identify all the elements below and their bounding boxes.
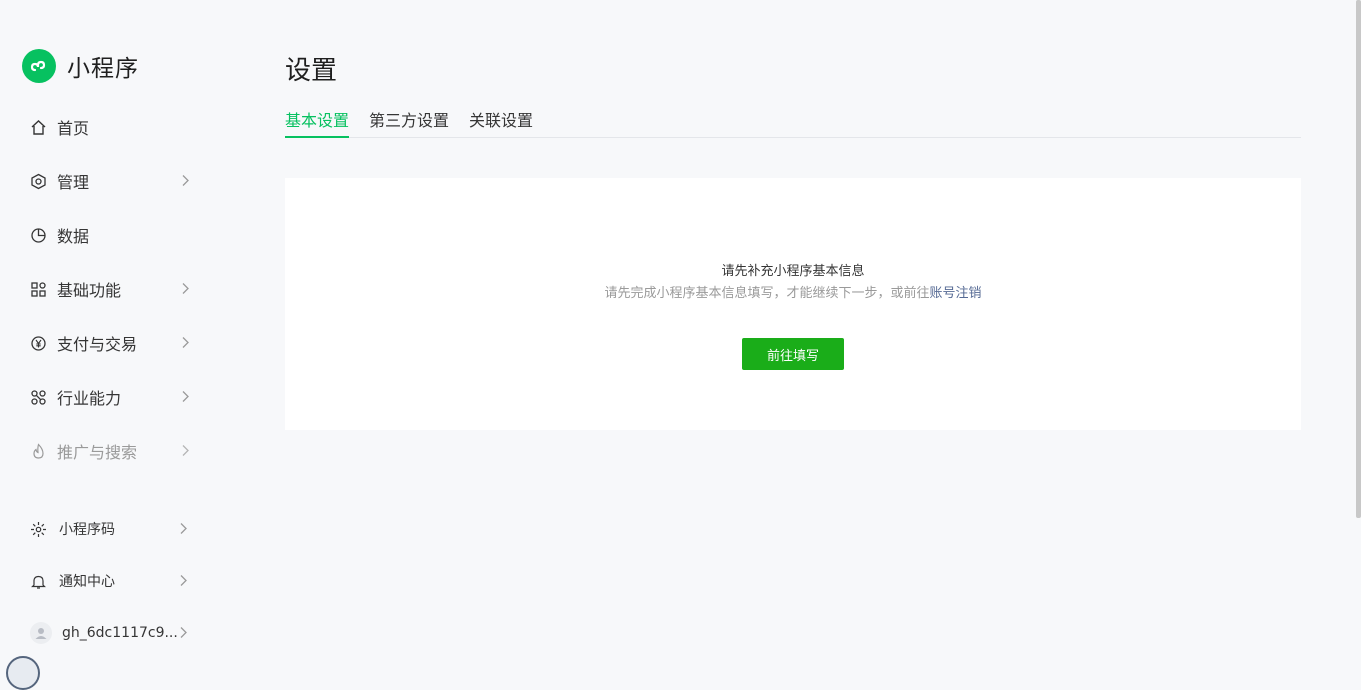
sidebar-item-label: 推广与搜索 (57, 443, 138, 462)
sidebar-util-label: 小程序码 (59, 522, 115, 538)
sidebar-item-promotion[interactable]: 推广与搜索 (30, 436, 196, 466)
sidebar-util-label: 通知中心 (59, 574, 115, 590)
sidebar-util-notifications[interactable]: 通知中心 (30, 567, 192, 595)
chevron-right-icon (182, 283, 189, 294)
hexagon-settings-icon (30, 173, 47, 190)
chevron-right-icon (180, 627, 187, 638)
tab-linked-settings[interactable]: 关联设置 (469, 108, 533, 138)
sidebar-item-label: 基础功能 (57, 281, 122, 300)
account-id: gh_6dc1117c9... (62, 625, 178, 641)
user-avatar-icon (30, 622, 52, 644)
sidebar-item-label: 行业能力 (57, 389, 122, 408)
bell-icon (30, 573, 47, 590)
notice-card: 请先补充小程序基本信息 请先完成小程序基本信息填写，才能继续下一步，或前往账号注… (285, 178, 1301, 430)
pie-chart-icon (30, 227, 47, 244)
page-scrollbar[interactable] (1356, 0, 1361, 518)
page-title: 设置 (285, 56, 338, 86)
sidebar-item-label: 支付与交易 (57, 335, 138, 354)
chevron-right-icon (182, 175, 189, 186)
nodes-icon (30, 389, 47, 406)
floating-avatar[interactable] (6, 656, 40, 690)
miniprogram-logo-icon (22, 49, 56, 83)
go-fill-button[interactable]: 前往填写 (742, 338, 844, 370)
sidebar: 小程序 首页 管理 数据 基础功能 支付与交易 行业能力 推广与搜索 小程序码 … (0, 0, 240, 667)
notice-title: 请先补充小程序基本信息 (721, 264, 865, 279)
sidebar-item-label: 首页 (57, 119, 90, 138)
brand-name: 小程序 (67, 56, 139, 82)
sun-burst-icon (30, 521, 47, 538)
home-icon (30, 119, 47, 136)
yen-icon (30, 335, 47, 352)
sidebar-item-basic-functions[interactable]: 基础功能 (30, 274, 196, 304)
sidebar-item-label: 数据 (57, 227, 90, 246)
sidebar-item-data[interactable]: 数据 (30, 220, 196, 250)
notice-description: 请先完成小程序基本信息填写，才能继续下一步，或前往账号注销 (285, 282, 1301, 301)
sidebar-util-qrcode[interactable]: 小程序码 (30, 515, 192, 543)
settings-tabs: 基本设置 第三方设置 关联设置 (285, 108, 1301, 138)
chevron-right-icon (182, 391, 189, 402)
flame-icon (30, 442, 47, 460)
sidebar-item-home[interactable]: 首页 (30, 112, 196, 142)
chevron-right-icon (182, 445, 189, 456)
account-cancel-link[interactable]: 账号注销 (930, 286, 982, 301)
sidebar-item-payment[interactable]: 支付与交易 (30, 328, 196, 358)
sidebar-item-label: 管理 (57, 173, 90, 192)
notice-description-text: 请先完成小程序基本信息填写，才能继续下一步，或前往 (604, 286, 930, 301)
sidebar-item-manage[interactable]: 管理 (30, 166, 196, 196)
brand[interactable]: 小程序 (22, 49, 139, 83)
tab-third-party-settings[interactable]: 第三方设置 (369, 108, 449, 138)
sidebar-util-account[interactable]: gh_6dc1117c9... (30, 619, 192, 647)
grid-icon (30, 281, 47, 298)
tab-basic-settings[interactable]: 基本设置 (285, 108, 350, 138)
sidebar-item-industry[interactable]: 行业能力 (30, 382, 196, 412)
chevron-right-icon (182, 337, 189, 348)
chevron-right-icon (180, 523, 187, 534)
chevron-right-icon (180, 575, 187, 586)
